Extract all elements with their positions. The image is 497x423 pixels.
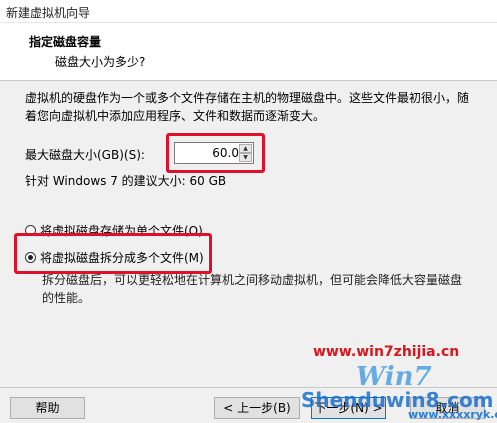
title-bar: 新建虚拟机向导	[0, 0, 497, 23]
help-button[interactable]: 帮助	[10, 397, 85, 419]
watermark-site-1: www.win7zhijia.cn	[313, 344, 460, 360]
page-subtitle: 磁盘大小为多少?	[55, 55, 146, 69]
highlight-box-size	[166, 133, 265, 173]
recommended-size-text: 针对 Windows 7 的建议大小: 60 GB	[25, 174, 227, 188]
highlight-box-multi	[14, 233, 212, 274]
window-title: 新建虚拟机向导	[6, 6, 91, 20]
wizard-header: 指定磁盘容量 磁盘大小为多少?	[0, 23, 497, 81]
description-text: 虚拟机的硬盘作为一个或多个文件存储在主机的物理磁盘中。这些文件最初很小，随着您向…	[25, 91, 470, 123]
disk-size-label: 最大磁盘大小(GB)(S):	[25, 148, 145, 162]
wizard-body: 虚拟机的硬盘作为一个或多个文件存储在主机的物理磁盘中。这些文件最初很小，随着您向…	[0, 81, 497, 387]
page-title: 指定磁盘容量	[29, 35, 102, 49]
multi-file-help-text: 拆分磁盘后，可以更轻松地在计算机之间移动虚拟机，但可能会降低大容量磁盘的性能。	[42, 273, 463, 305]
back-button[interactable]: < 上一步(B)	[214, 397, 300, 419]
watermark-site-3: www.xxxxryk.com	[408, 408, 497, 421]
